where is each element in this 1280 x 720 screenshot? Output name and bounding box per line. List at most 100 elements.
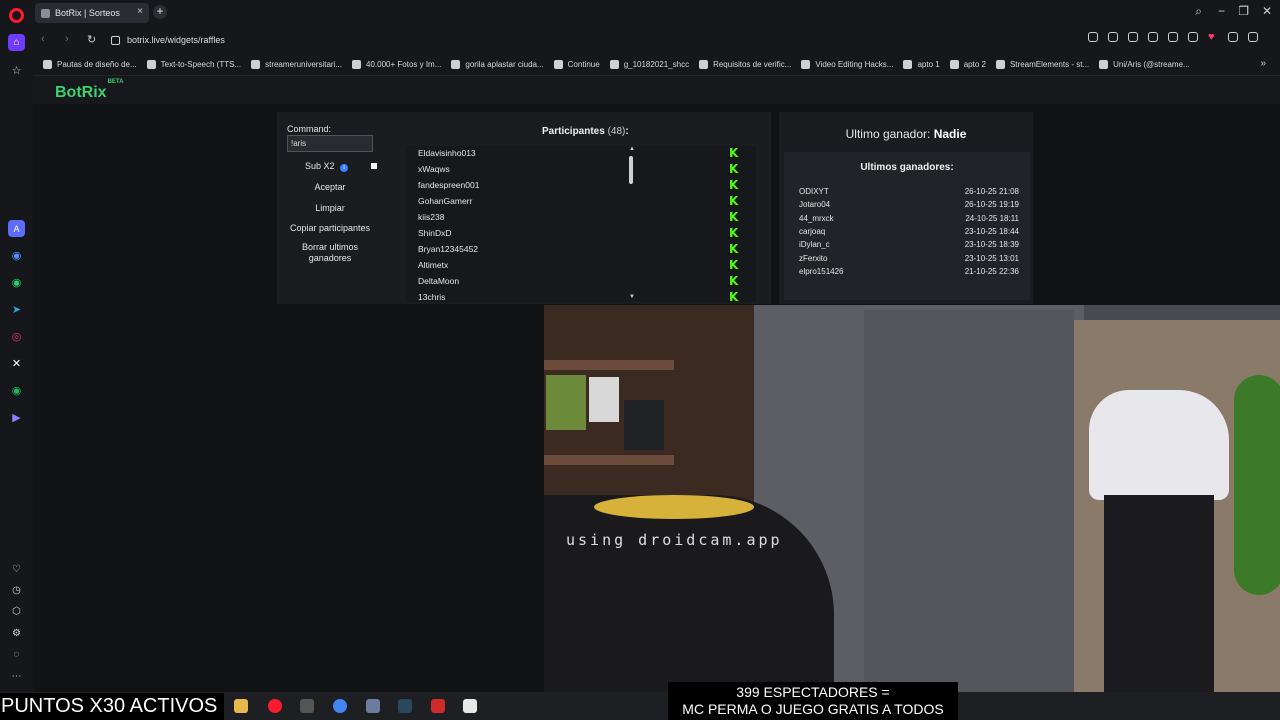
tts-icon: [146, 60, 156, 69]
winner-row: carjoaq 23-10-25 18:44: [799, 227, 1019, 240]
bookmark-item[interactable]: StreamElements - st...: [995, 60, 1089, 69]
tab-botrix[interactable]: BotRix | Sorteos ×: [35, 3, 149, 23]
new-tab-button[interactable]: +: [153, 5, 167, 19]
bookmark-item[interactable]: Continue: [553, 60, 600, 69]
bookmark-label: gorila aplastar ciuda...: [465, 60, 544, 69]
bookmark-label: apto 2: [963, 60, 986, 69]
telegram-icon[interactable]: ➤: [8, 301, 25, 318]
participant-row[interactable]: kiis238 K: [406, 210, 746, 226]
opera-taskbar-icon[interactable]: [268, 699, 282, 713]
delete-winners-button[interactable]: Borrar ultimos ganadores: [287, 242, 373, 264]
bookmark-item[interactable]: Text-to-Speech (TTS...: [146, 60, 241, 69]
star-icon[interactable]: ☆: [8, 62, 25, 79]
opera-logo-icon[interactable]: [9, 8, 24, 23]
search-icon[interactable]: [1088, 32, 1098, 42]
player-icon[interactable]: ▶: [8, 409, 25, 426]
bookmark-item[interactable]: Uni/Aris (@streame...: [1099, 60, 1190, 69]
box-icon[interactable]: ⬡: [10, 605, 23, 618]
copy-participants-button[interactable]: Copiar participantes: [287, 223, 373, 234]
google-icon: [451, 60, 461, 69]
participant-row[interactable]: Bryan12345452 K: [406, 242, 746, 258]
winner-date: 21-10-25 22:36: [964, 266, 1019, 276]
maximize-button[interactable]: ❐: [1238, 4, 1249, 18]
info-icon[interactable]: i: [340, 164, 348, 172]
participant-row[interactable]: GohanGamerr K: [406, 194, 746, 210]
accept-button[interactable]: Aceptar: [287, 182, 373, 193]
instagram-icon[interactable]: ◎: [8, 328, 25, 345]
history-icon[interactable]: ◷: [10, 584, 23, 597]
forward-icon[interactable]: ›: [65, 33, 69, 45]
participant-row[interactable]: xWaqws K: [406, 162, 746, 178]
whatsapp-icon[interactable]: ◉: [8, 274, 25, 291]
spotify-icon[interactable]: ◉: [8, 382, 25, 399]
search-tabs-icon[interactable]: ⌕: [1195, 4, 1202, 19]
scrollbar-thumb[interactable]: [629, 156, 633, 184]
participant-name: ShinDxD: [418, 228, 452, 238]
participant-row[interactable]: Eldavisinho013 K: [406, 146, 746, 162]
kick-icon: K: [729, 178, 739, 192]
bookmark-item[interactable]: apto 2: [949, 60, 986, 69]
gear-icon[interactable]: ⚙: [10, 627, 23, 640]
bookmark-item[interactable]: Pautas de diseño de...: [43, 60, 137, 69]
close-window-button[interactable]: ✕: [1262, 4, 1272, 18]
bookmark-item[interactable]: Video Editing Hacks...: [801, 60, 893, 69]
x-icon: [699, 60, 709, 69]
chrome-icon[interactable]: [333, 699, 347, 713]
bookmark-item[interactable]: g_10182021_shcc: [609, 60, 689, 69]
steam-icon[interactable]: [398, 699, 412, 713]
play-icon[interactable]: [1188, 32, 1198, 42]
camera-icon[interactable]: [1128, 32, 1138, 42]
bookmark-item[interactable]: gorila aplastar ciuda...: [451, 60, 544, 69]
home-icon[interactable]: ⌂: [8, 34, 25, 51]
participant-row[interactable]: fandespreen001 K: [406, 178, 746, 194]
winner-name: iDylan_c: [799, 240, 830, 250]
reload-icon[interactable]: ↻: [87, 33, 96, 46]
file-explorer-icon[interactable]: [234, 699, 248, 713]
scroll-down-icon[interactable]: ▼: [629, 294, 635, 300]
product-box: [624, 400, 664, 450]
app-icon[interactable]: [431, 699, 445, 713]
participant-row[interactable]: Altimetx K: [406, 258, 746, 274]
address-bar-icons: ♥: [1088, 32, 1258, 43]
obs-icon[interactable]: [463, 699, 477, 713]
scroll-up-icon[interactable]: ▲: [629, 146, 635, 152]
tab-close-icon[interactable]: ×: [137, 6, 143, 17]
bookmarks-more-icon[interactable]: »: [1260, 58, 1266, 69]
participant-row[interactable]: ShinDxD K: [406, 226, 746, 242]
messenger-icon[interactable]: ◉: [8, 247, 25, 264]
app-icon[interactable]: [300, 699, 314, 713]
participant-row[interactable]: 13chris K: [406, 290, 746, 302]
shield-icon[interactable]: [1148, 32, 1158, 42]
x-icon[interactable]: ✕: [8, 355, 25, 372]
edit-icon[interactable]: [1108, 32, 1118, 42]
product-box: [589, 377, 619, 422]
command-input[interactable]: !aris: [287, 135, 373, 152]
clear-button[interactable]: Limpiar: [287, 203, 373, 214]
kick-icon: K: [729, 290, 739, 302]
more-icon[interactable]: ⋯: [10, 670, 23, 683]
profile-icon[interactable]: [1248, 32, 1258, 42]
bookmark-item[interactable]: Requisitos de verific...: [699, 60, 791, 69]
sub-x2-checkbox[interactable]: [371, 163, 377, 169]
minimize-button[interactable]: −: [1218, 4, 1225, 18]
app-icon[interactable]: [366, 699, 380, 713]
participants-list[interactable]: Eldavisinho013 KxWaqws Kfandespreen001 K Goh…: [406, 146, 756, 302]
logo-badge: BETA: [107, 78, 124, 85]
extensions-icon[interactable]: [1168, 32, 1178, 42]
winner-name: Jotaro04: [799, 200, 831, 210]
bookmark-item[interactable]: streameruniversitari...: [251, 60, 342, 69]
url-field[interactable]: botrix.live/widgets/raffles: [111, 30, 1011, 50]
lightbulb-icon[interactable]: ◌: [10, 648, 23, 661]
download-icon[interactable]: [1228, 32, 1238, 42]
heart-icon[interactable]: ♥: [1208, 32, 1218, 43]
botrix-logo[interactable]: BotRixBETA: [55, 79, 123, 102]
twitch-icon: [251, 60, 261, 69]
aria-icon[interactable]: A: [8, 220, 25, 237]
winner-row: ODIXYT 26-10-25 21:08: [799, 187, 1019, 200]
bookmark-item[interactable]: apto 1: [903, 60, 940, 69]
back-icon[interactable]: ‹: [41, 33, 45, 45]
bookmark-item[interactable]: 40.000+ Fotos y Im...: [352, 60, 441, 69]
participant-row[interactable]: DeltaMoon K: [406, 274, 746, 290]
lock-icon: [111, 35, 120, 45]
heart-icon[interactable]: ♡: [10, 563, 23, 576]
